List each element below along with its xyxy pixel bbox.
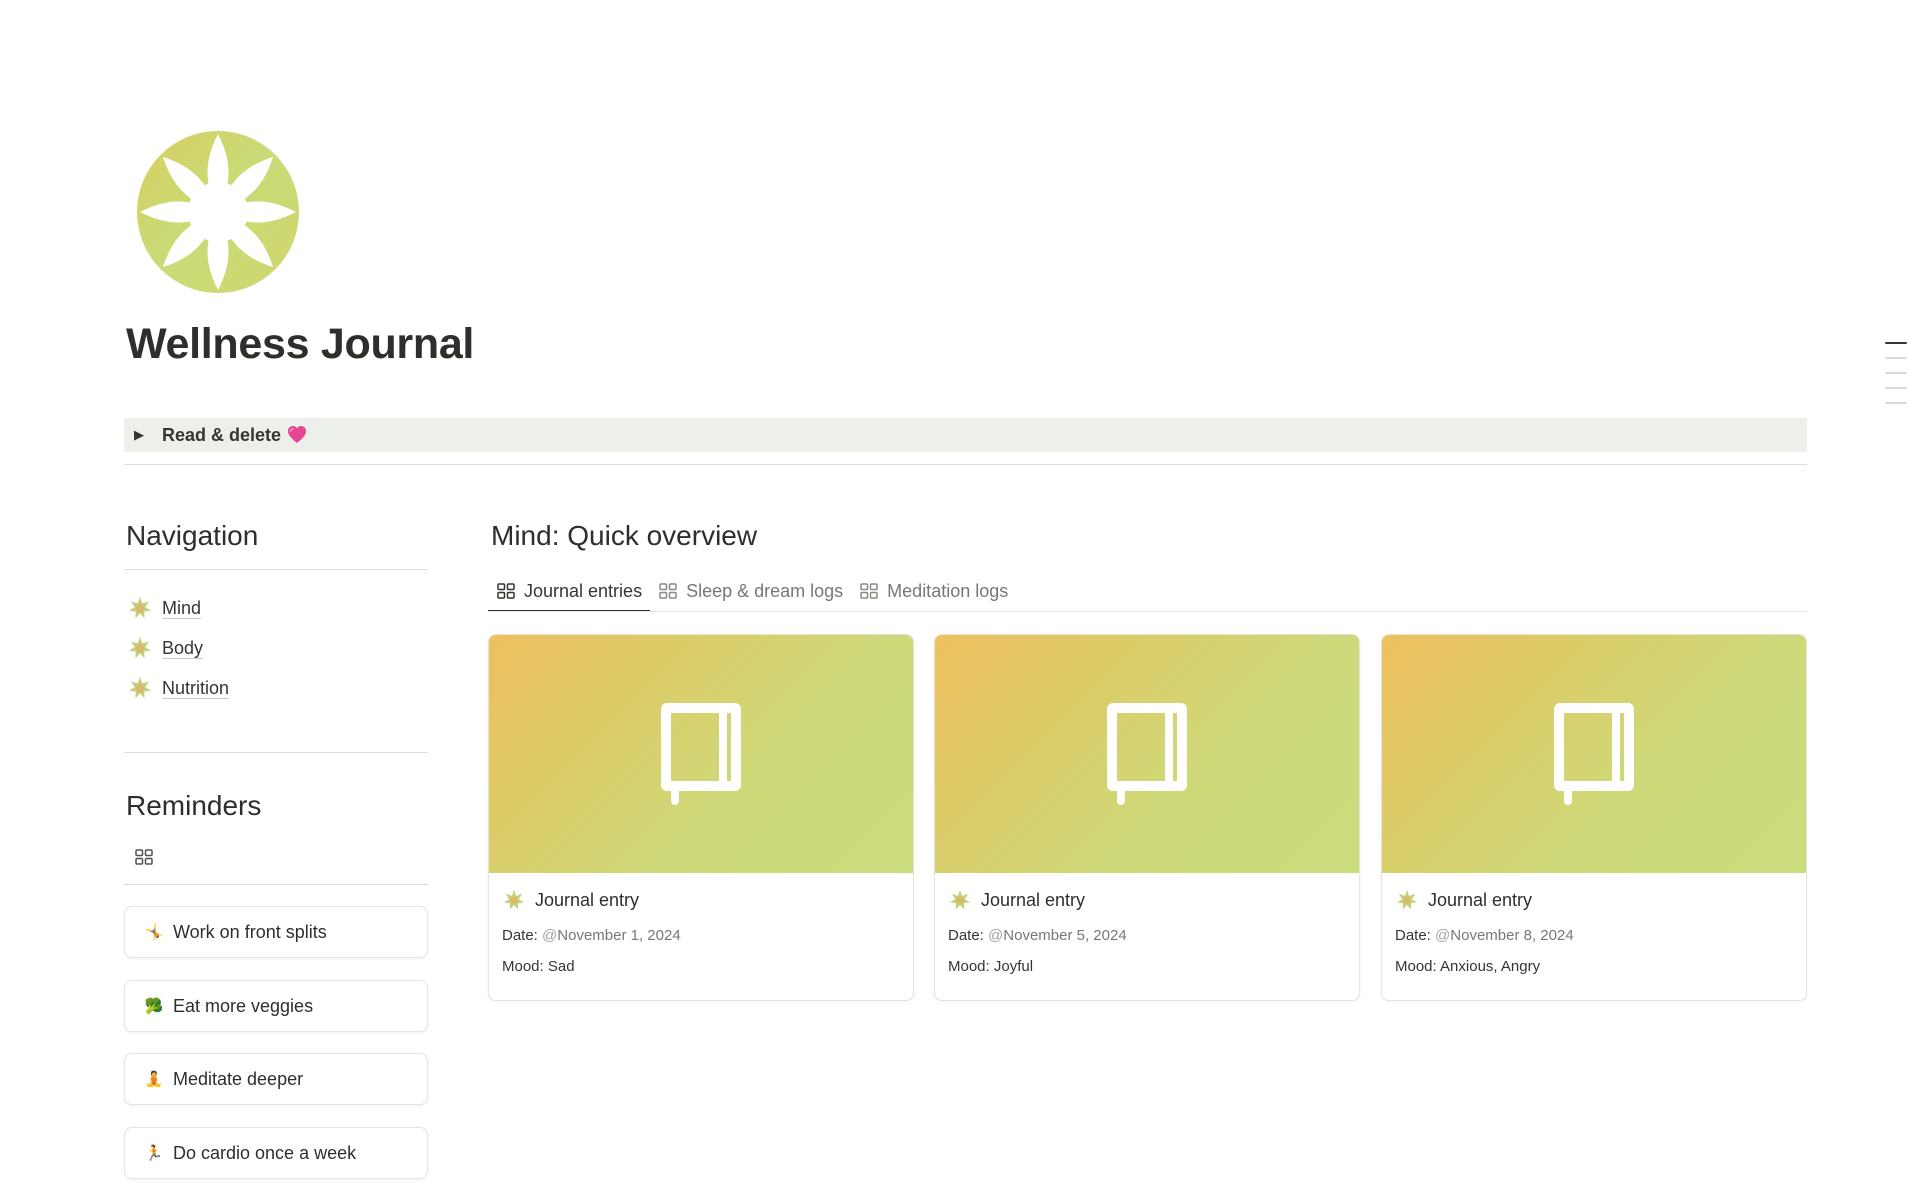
- card-title: Journal entry: [949, 889, 1359, 911]
- card-date: Date: @November 1, 2024: [502, 927, 913, 944]
- reminder-emoji: 🤸: [144, 924, 164, 941]
- journal-entry-card[interactable]: Journal entry Date: @November 1, 2024 Mo…: [488, 634, 914, 1001]
- nav-item-nutrition[interactable]: Nutrition: [128, 668, 230, 708]
- mood-value: Anxious, Angry: [1440, 958, 1541, 975]
- reminder-card[interactable]: 🧘 Meditate deeper: [124, 1053, 428, 1105]
- tab-journal-entries[interactable]: Journal entries: [488, 572, 651, 612]
- mood-label: Mood:: [502, 958, 544, 975]
- read-and-delete-toggle[interactable]: ▶ Read & delete: [124, 418, 1807, 452]
- mood-label: Mood:: [948, 958, 990, 975]
- card-cover: [935, 635, 1359, 873]
- journal-entry-card[interactable]: Journal entry Date: @November 8, 2024 Mo…: [1381, 634, 1807, 1001]
- tab-label: Meditation logs: [887, 580, 1009, 601]
- nav-item-mind[interactable]: Mind: [128, 588, 229, 628]
- outline-item[interactable]: [1885, 342, 1907, 344]
- date-label: Date:: [1395, 927, 1431, 944]
- card-date: Date: @November 5, 2024: [948, 927, 1359, 944]
- mood-value: Joyful: [993, 958, 1034, 975]
- page-outline[interactable]: [1885, 342, 1907, 417]
- date-value: November 8, 2024: [1450, 927, 1574, 944]
- reminder-label: Meditate deeper: [173, 1068, 304, 1089]
- tabs-underline: [488, 611, 1807, 612]
- notebook-icon: [1107, 703, 1187, 805]
- toggle-triangle-icon[interactable]: ▶: [134, 427, 148, 443]
- view-tabs: Journal entries Sleep & dream logs Medit…: [488, 572, 1016, 612]
- journal-entry-card[interactable]: Journal entry Date: @November 5, 2024 Mo…: [934, 634, 1360, 1001]
- tab-sleep-dream-logs[interactable]: Sleep & dream logs: [650, 572, 851, 610]
- nav-item-body[interactable]: Body: [128, 628, 229, 668]
- gallery-view-icon: [497, 583, 515, 599]
- reminder-label: Do cardio once a week: [173, 1142, 357, 1163]
- reminder-label: Eat more veggies: [173, 995, 314, 1016]
- card-title: Journal entry: [1396, 889, 1806, 911]
- reminder-card[interactable]: 🤸 Work on front splits: [124, 906, 428, 958]
- outline-item[interactable]: [1885, 402, 1907, 404]
- green-star-icon: [129, 677, 151, 699]
- tab-label: Journal entries: [524, 580, 643, 601]
- tab-meditation-logs[interactable]: Meditation logs: [851, 572, 1016, 610]
- page: Wellness Journal ▶ Read & delete Navigat…: [0, 0, 1920, 1199]
- gallery-view-icon[interactable]: [134, 847, 154, 867]
- card-cover: [489, 635, 913, 873]
- date-at: @: [1435, 927, 1451, 944]
- nav-link-label[interactable]: Body: [162, 638, 204, 659]
- nav-link-label[interactable]: Nutrition: [162, 678, 230, 699]
- card-cover: [1382, 635, 1806, 873]
- tab-label: Sleep & dream logs: [686, 580, 844, 601]
- divider: [124, 884, 428, 885]
- date-value: November 1, 2024: [557, 927, 681, 944]
- notebook-icon: [1554, 703, 1634, 805]
- mood-value: Sad: [547, 958, 575, 975]
- green-star-icon: [129, 637, 151, 659]
- reminder-emoji: 🧘: [144, 1071, 164, 1088]
- navigation-heading: Navigation: [126, 520, 259, 551]
- card-date: Date: @November 8, 2024: [1395, 927, 1806, 944]
- reminder-card[interactable]: 🏃 Do cardio once a week: [124, 1127, 428, 1179]
- outline-item[interactable]: [1885, 357, 1907, 359]
- reminder-emoji: 🏃: [144, 1145, 164, 1162]
- reminder-emoji: 🥦: [144, 998, 164, 1015]
- reminders-heading: Reminders: [126, 790, 262, 821]
- date-label: Date:: [502, 927, 538, 944]
- divider: [124, 752, 428, 753]
- date-at: @: [542, 927, 558, 944]
- outline-item[interactable]: [1885, 372, 1907, 374]
- overview-heading: Mind: Quick overview: [491, 520, 758, 551]
- gallery-view-icon: [659, 583, 677, 599]
- card-mood: Mood: Anxious, Angry: [1395, 958, 1806, 975]
- reminder-card[interactable]: 🥦 Eat more veggies: [124, 980, 428, 1032]
- card-title-text: Journal entry: [981, 889, 1086, 910]
- green-star-icon: [949, 889, 971, 910]
- flower-page-icon[interactable]: [136, 130, 300, 294]
- green-star-icon: [1396, 889, 1418, 910]
- mood-label: Mood:: [1395, 958, 1437, 975]
- pink-heart-icon: [288, 426, 307, 443]
- card-title-text: Journal entry: [1428, 889, 1533, 910]
- reminder-label: Work on front splits: [173, 921, 327, 942]
- date-value: November 5, 2024: [1003, 927, 1127, 944]
- green-star-icon: [129, 597, 151, 619]
- notebook-icon: [661, 703, 741, 805]
- page-title[interactable]: Wellness Journal: [126, 320, 474, 369]
- outline-item[interactable]: [1885, 387, 1907, 389]
- card-title-text: Journal entry: [535, 889, 640, 910]
- card-mood: Mood: Joyful: [948, 958, 1359, 975]
- divider: [124, 569, 428, 570]
- green-star-icon: [503, 889, 525, 910]
- date-label: Date:: [948, 927, 984, 944]
- card-title: Journal entry: [503, 889, 913, 911]
- card-mood: Mood: Sad: [502, 958, 913, 975]
- toggle-label: Read & delete: [162, 424, 282, 445]
- navigation-list: Mind Body Nutrition: [128, 588, 230, 708]
- nav-link-label[interactable]: Mind: [162, 598, 202, 619]
- date-at: @: [988, 927, 1004, 944]
- divider: [124, 464, 1807, 465]
- gallery-view-icon: [860, 583, 878, 599]
